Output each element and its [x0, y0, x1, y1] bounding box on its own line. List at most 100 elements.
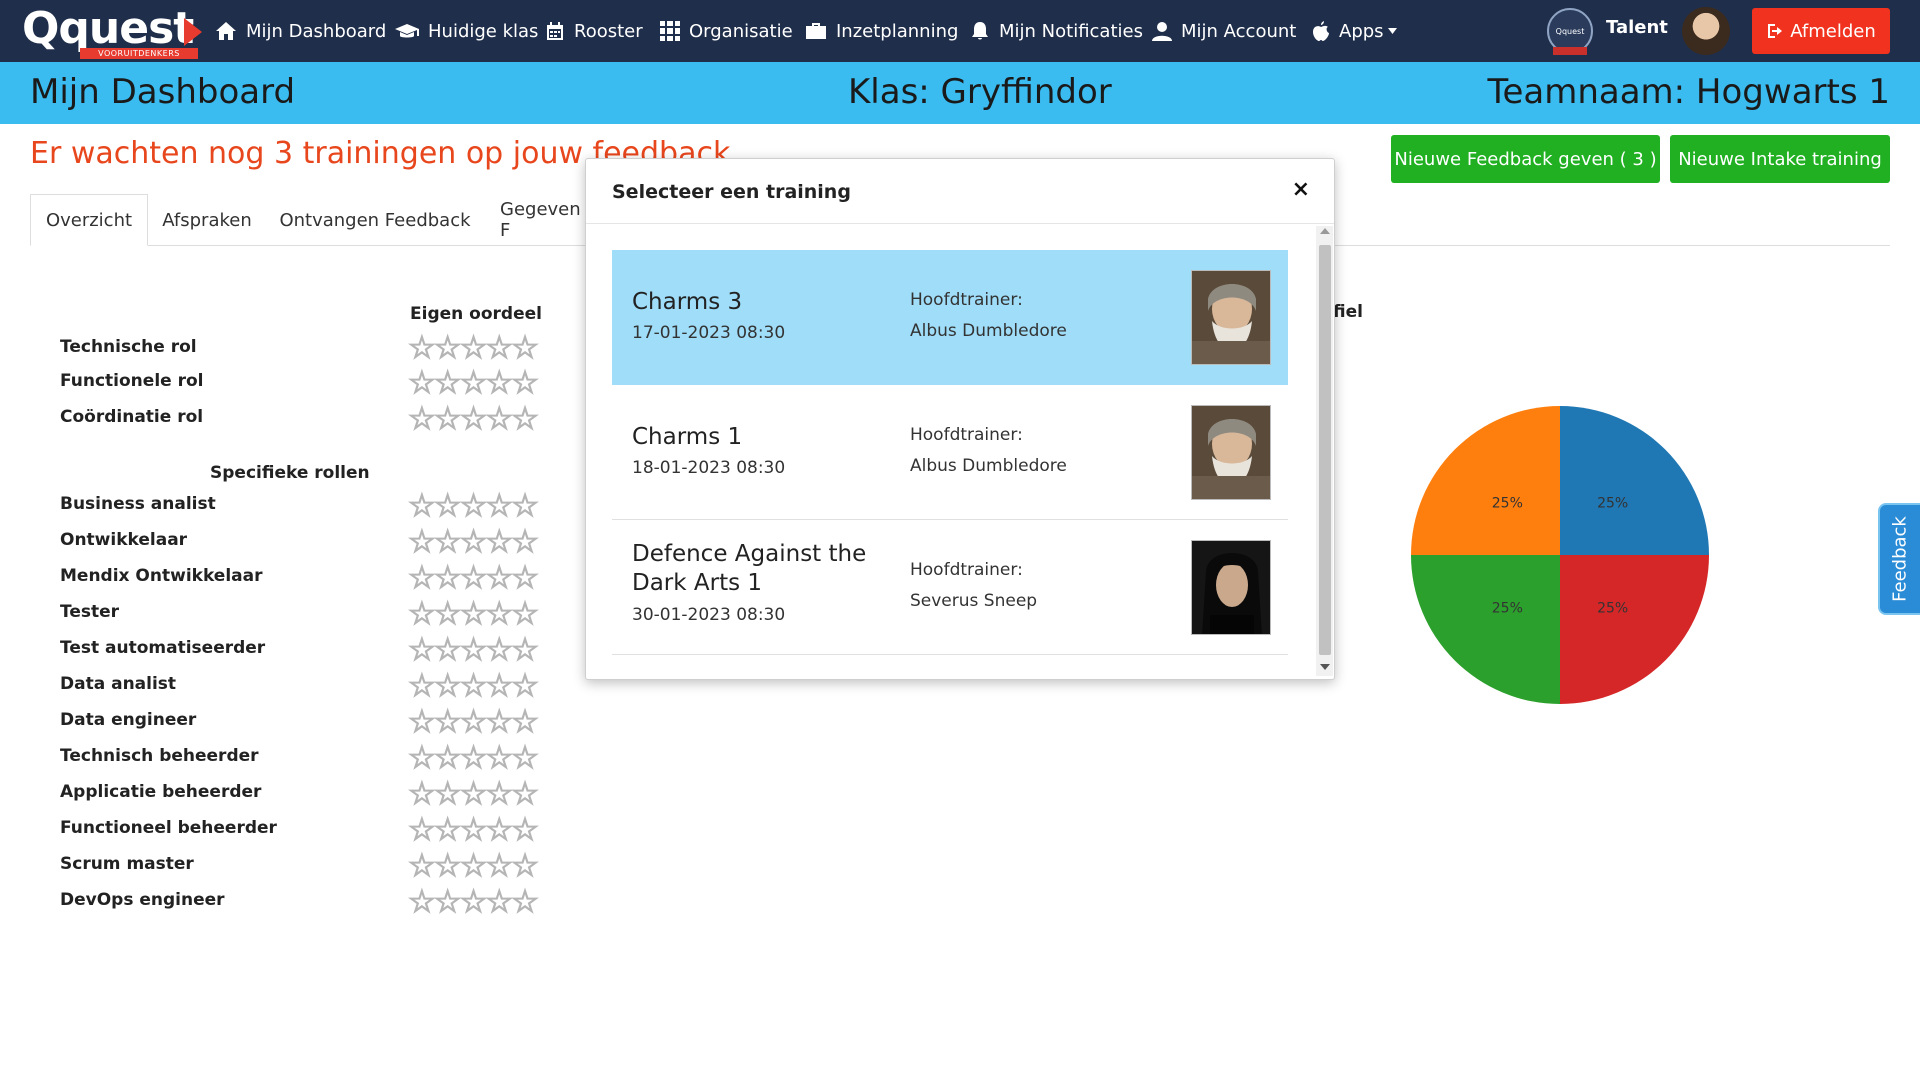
- nav-label: Mijn Account: [1181, 20, 1297, 42]
- scroll-up-arrow-icon[interactable]: [1320, 228, 1330, 234]
- training-date: 18-01-2023 08:30: [632, 458, 786, 478]
- star-rating[interactable]: ☆☆☆☆☆: [407, 402, 539, 435]
- nav-rooster[interactable]: Rooster: [545, 0, 643, 62]
- scroll-down-arrow-icon[interactable]: [1320, 664, 1330, 670]
- grid-icon: [660, 21, 680, 41]
- pie-slice: [1560, 555, 1709, 704]
- role-profile-pie-chart: 25% 25% 25% 25%: [1411, 406, 1709, 704]
- nav-label: Huidige klas: [428, 20, 539, 42]
- nav-mijn-dashboard[interactable]: Mijn Dashboard: [215, 0, 386, 62]
- briefcase-icon: [806, 23, 826, 39]
- training-name: Charms 1: [632, 424, 743, 450]
- nav-organisatie[interactable]: Organisatie: [660, 0, 793, 62]
- feedback-side-tab[interactable]: Feedback: [1880, 505, 1920, 613]
- role-label: Mendix Ontwikkelaar: [60, 566, 263, 586]
- nav-apps-dropdown[interactable]: Apps: [1312, 0, 1397, 62]
- pie-slice-label: 25%: [1597, 601, 1628, 617]
- trainer-name: Albus Dumbledore: [910, 321, 1067, 341]
- qquest-badge-icon: Qquest: [1547, 8, 1593, 55]
- sign-out-icon: [1768, 24, 1783, 38]
- role-label: Business analist: [60, 494, 216, 514]
- graduation-cap-icon: [395, 24, 419, 38]
- badge-ribbon: [1553, 47, 1587, 55]
- specific-roles-header: Specifieke rollen: [210, 463, 370, 483]
- pie-slice-label: 25%: [1492, 601, 1523, 617]
- user-icon: [1152, 22, 1172, 41]
- bell-icon: [972, 22, 988, 40]
- role-label: DevOps engineer: [60, 890, 225, 910]
- nav-mijn-notificaties[interactable]: Mijn Notificaties: [970, 0, 1143, 62]
- star-rating[interactable]: ☆☆☆☆☆: [407, 525, 539, 558]
- modal-scrollbar-thumb[interactable]: [1319, 245, 1331, 655]
- role-label: Technische rol: [60, 337, 197, 357]
- apple-icon: [1313, 21, 1329, 41]
- role-label: Data analist: [60, 674, 177, 694]
- pie-slice: [1560, 406, 1709, 555]
- tab-overzicht[interactable]: Overzicht: [30, 194, 148, 246]
- logo-arrow-icon: [184, 18, 202, 46]
- nav-label: Mijn Dashboard: [246, 20, 387, 42]
- trainer-photo: [1191, 405, 1271, 500]
- nav-label: Apps: [1339, 20, 1384, 42]
- star-rating[interactable]: ☆☆☆☆☆: [407, 366, 539, 399]
- new-intake-training-button[interactable]: Nieuwe Intake training: [1670, 135, 1890, 183]
- training-name: Defence Against the Dark Arts 1: [632, 541, 867, 596]
- star-rating[interactable]: ☆☆☆☆☆: [407, 489, 539, 522]
- modal-title: Selecteer een training: [612, 181, 851, 203]
- modal-header: Selecteer een training ×: [586, 159, 1334, 224]
- nav-huidige-klas[interactable]: Huidige klas: [395, 0, 538, 62]
- page-title: Mijn Dashboard: [30, 72, 296, 112]
- star-rating[interactable]: ☆☆☆☆☆: [407, 777, 539, 810]
- role-label: Applicatie beheerder: [60, 782, 262, 802]
- training-date: 30-01-2023 08:30: [632, 605, 786, 625]
- tab-gegeven-feedback[interactable]: Gegeven F: [484, 194, 594, 246]
- select-training-modal: Selecteer een training × Charms 3 17-01-…: [585, 158, 1335, 680]
- profile-chart-title: fiel: [1333, 302, 1363, 322]
- training-item[interactable]: Charms 1 18-01-2023 08:30 Hoofdtrainer: …: [612, 385, 1288, 520]
- role-label: Tester: [60, 602, 120, 622]
- star-rating[interactable]: ☆☆☆☆☆: [407, 331, 539, 364]
- close-icon[interactable]: ×: [1292, 177, 1310, 202]
- nav-mijn-account[interactable]: Mijn Account: [1152, 0, 1296, 62]
- star-rating[interactable]: ☆☆☆☆☆: [407, 705, 539, 738]
- star-rating[interactable]: ☆☆☆☆☆: [407, 849, 539, 882]
- star-rating[interactable]: ☆☆☆☆☆: [407, 813, 539, 846]
- trainer-label: Hoofdtrainer:: [910, 560, 1023, 580]
- tab-ontvangen-feedback[interactable]: Ontvangen Feedback: [276, 194, 474, 246]
- feedback-side-tab-label: Feedback: [1889, 516, 1911, 602]
- star-rating[interactable]: ☆☆☆☆☆: [407, 669, 539, 702]
- tab-afspraken[interactable]: Afspraken: [148, 194, 266, 246]
- team-title: Teamnaam: Hogwarts 1: [1487, 72, 1890, 112]
- role-label: Technisch beheerder: [60, 746, 259, 766]
- training-item[interactable]: Charms 3 17-01-2023 08:30 Hoofdtrainer: …: [612, 250, 1288, 385]
- star-rating[interactable]: ☆☆☆☆☆: [407, 741, 539, 774]
- training-item[interactable]: Defence Against the Dark Arts 1 30-01-20…: [612, 520, 1288, 655]
- role-label: Ontwikkelaar: [60, 530, 188, 550]
- user-avatar[interactable]: [1682, 7, 1730, 55]
- qquest-logo[interactable]: Qquest VOORUITDENKERS: [22, 4, 202, 59]
- trainer-name: Albus Dumbledore: [910, 456, 1067, 476]
- star-rating[interactable]: ☆☆☆☆☆: [407, 633, 539, 666]
- trainer-label: Hoofdtrainer:: [910, 290, 1023, 310]
- class-title: Klas: Gryffindor: [848, 72, 1112, 112]
- role-label: Functionele rol: [60, 371, 204, 391]
- pie-slice: [1411, 555, 1560, 704]
- star-rating[interactable]: ☆☆☆☆☆: [407, 885, 539, 918]
- nav-inzetplanning[interactable]: Inzetplanning: [805, 0, 958, 62]
- logout-label: Afmelden: [1790, 20, 1876, 42]
- caret-down-icon: [1387, 28, 1397, 34]
- trainer-photo: [1191, 270, 1271, 365]
- star-rating[interactable]: ☆☆☆☆☆: [407, 561, 539, 594]
- training-name: Charms 3: [632, 289, 743, 315]
- new-feedback-button[interactable]: Nieuwe Feedback geven ( 3 ): [1391, 135, 1660, 183]
- role-label: Functioneel beheerder: [60, 818, 277, 838]
- dashboard-header: Mijn Dashboard Klas: Gryffindor Teamnaam…: [0, 62, 1920, 124]
- nav-label: Mijn Notificaties: [999, 20, 1143, 42]
- pie-slice: [1411, 406, 1560, 555]
- trainer-name: Severus Sneep: [910, 591, 1038, 611]
- nav-label: Rooster: [574, 20, 643, 42]
- logout-button[interactable]: Afmelden: [1752, 8, 1890, 54]
- role-label: Scrum master: [60, 854, 194, 874]
- pie-slice-label: 25%: [1597, 495, 1628, 511]
- star-rating[interactable]: ☆☆☆☆☆: [407, 597, 539, 630]
